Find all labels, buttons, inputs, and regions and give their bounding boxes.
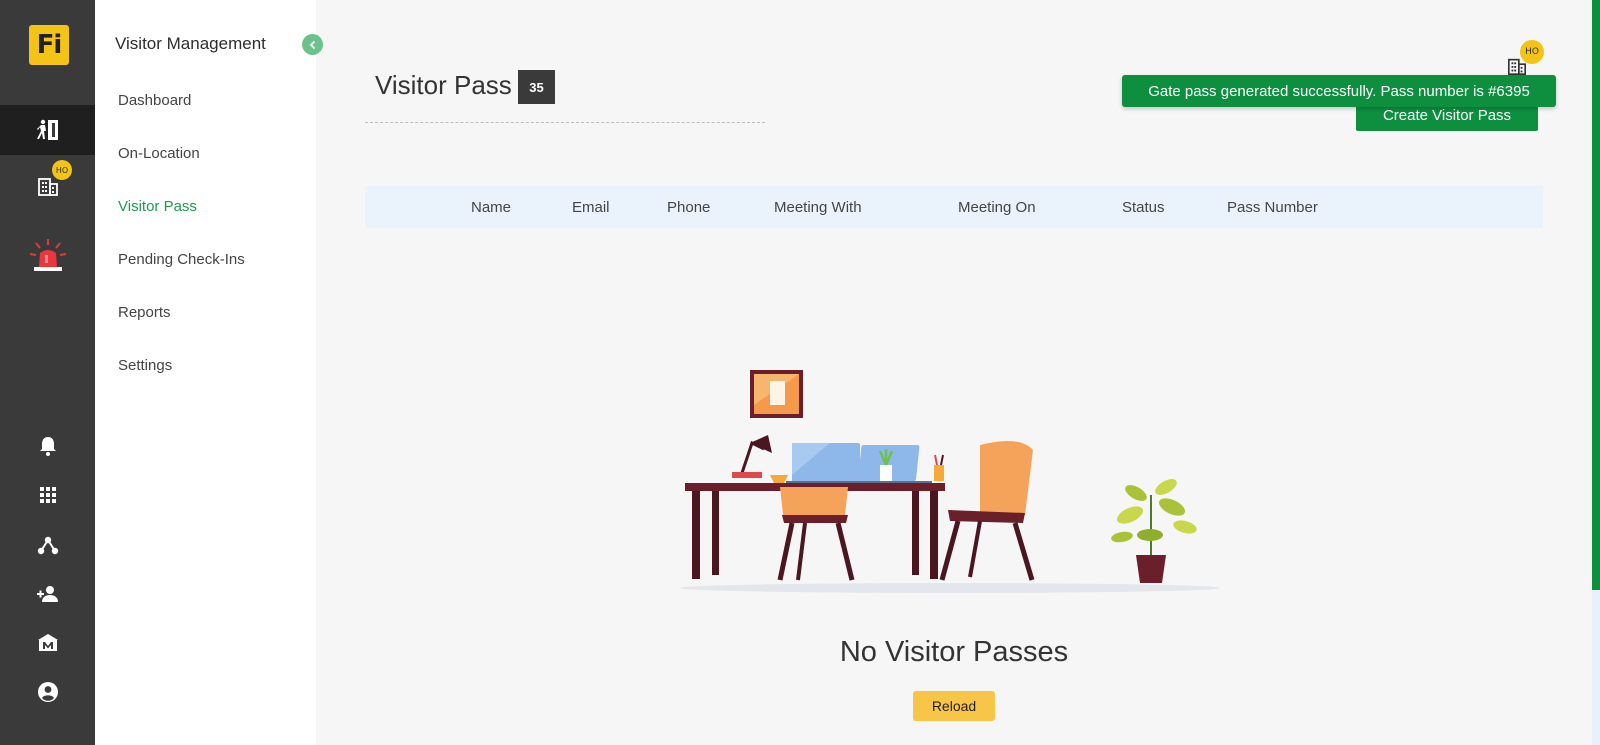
- museum-icon[interactable]: [0, 625, 95, 661]
- alarm-siren-icon[interactable]: [0, 236, 95, 276]
- page-title: Visitor Pass: [375, 70, 512, 100]
- column-header-email[interactable]: Email: [572, 199, 610, 216]
- column-header-meeting-with[interactable]: Meeting With: [774, 199, 862, 216]
- apps-grid-icon[interactable]: [0, 477, 95, 513]
- column-header-pass-number[interactable]: Pass Number: [1227, 199, 1318, 216]
- bell-icon[interactable]: [0, 428, 95, 464]
- sidebar-item-pending-check-ins[interactable]: Pending Check-Ins: [118, 251, 245, 268]
- title-divider: [365, 122, 765, 123]
- sidebar-item-visitor-pass[interactable]: Visitor Pass: [118, 198, 197, 215]
- icon-rail: Fi HO: [0, 0, 95, 745]
- app-logo[interactable]: Fi: [29, 25, 69, 65]
- column-header-status[interactable]: Status: [1122, 199, 1165, 216]
- sidebar: Visitor Management Dashboard On-Location…: [95, 0, 316, 745]
- sidebar-title: Visitor Management: [115, 34, 266, 53]
- visitor-exit-icon[interactable]: [0, 112, 95, 148]
- column-header-meeting-on[interactable]: Meeting On: [958, 199, 1036, 216]
- sidebar-item-settings[interactable]: Settings: [118, 357, 172, 374]
- success-toast: Gate pass generated successfully. Pass n…: [1122, 75, 1556, 107]
- ho-badge: HO: [1520, 40, 1544, 64]
- network-icon[interactable]: [0, 527, 95, 563]
- ho-badge: HO: [52, 160, 72, 180]
- logo-text: Fi: [36, 30, 63, 60]
- sidebar-item-reports[interactable]: Reports: [118, 304, 171, 321]
- column-header-name[interactable]: Name: [471, 199, 511, 216]
- sidebar-collapse-button[interactable]: [302, 34, 323, 55]
- reload-button[interactable]: Reload: [913, 691, 995, 721]
- account-circle-icon[interactable]: [0, 674, 95, 710]
- scrollbar-track[interactable]: [1592, 590, 1600, 745]
- empty-office-illustration: [680, 370, 1220, 593]
- sidebar-item-on-location[interactable]: On-Location: [118, 145, 200, 162]
- add-person-icon[interactable]: [0, 576, 95, 612]
- sidebar-item-dashboard[interactable]: Dashboard: [118, 92, 191, 109]
- table-header: Name Email Phone Meeting With Meeting On…: [365, 186, 1543, 228]
- pass-count-badge: 35: [518, 70, 555, 104]
- chevron-left-icon: [309, 40, 315, 49]
- column-header-phone[interactable]: Phone: [667, 199, 710, 216]
- building-icon[interactable]: [0, 168, 95, 204]
- scrollbar-thumb[interactable]: [1592, 0, 1600, 590]
- empty-state-title: No Visitor Passes: [839, 636, 1069, 668]
